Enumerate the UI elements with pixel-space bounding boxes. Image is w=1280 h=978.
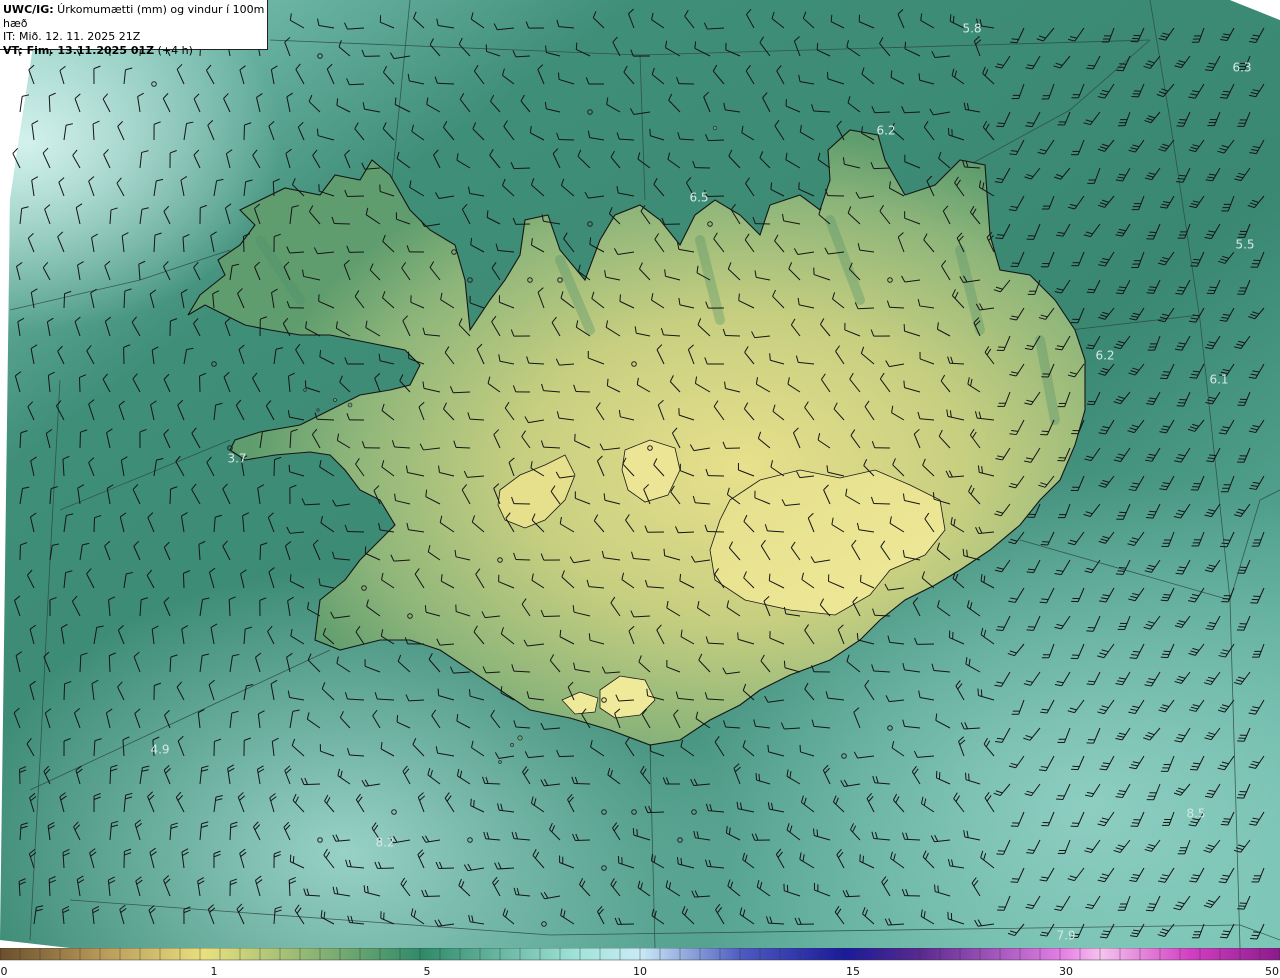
weather-map: 5.8 6.3 6.2 6.5 5.5 6.2 6.1 3.7 4.9 8.2 8.5 7.9	[0, 0, 1280, 948]
map-value-label: 6.5	[689, 191, 708, 205]
map-value-label: 8.5	[1186, 807, 1205, 821]
legend-tick-label: 5	[423, 965, 431, 978]
legend-tick-label: 1	[210, 965, 218, 978]
map-value-label: 5.8	[962, 22, 981, 36]
map-value-label: 8.2	[375, 836, 394, 850]
map-value-label: 4.9	[150, 743, 169, 757]
legend-tick-label: 50	[1265, 965, 1279, 978]
map-value-label: 3.7	[227, 452, 246, 466]
map-value-label: 6.2	[1095, 349, 1114, 363]
legend-tick-label: 15	[846, 965, 860, 978]
map-value-label: 6.2	[876, 124, 895, 138]
map-value-label: 6.3	[1232, 61, 1251, 75]
legend-tick-label: 30	[1059, 965, 1073, 978]
map-header: UWC/IG: Úrkomumætti (mm) og vindur í 100…	[0, 0, 268, 57]
legend-tick-label: 0	[0, 965, 8, 978]
map-value-label: 5.5	[1235, 238, 1254, 252]
map-value-label: 7.9	[1056, 929, 1075, 943]
map-value-label: 6.1	[1209, 373, 1228, 387]
header-init-time: IT: Mið. 12. 11. 2025 21Z	[3, 30, 141, 43]
header-title-line: UWC/IG: Úrkomumætti (mm) og vindur í 100…	[3, 3, 265, 30]
legend-tick-label: 10	[633, 965, 647, 978]
header-valid-time: VT: Fim. 13.11.2025 01Z (+4 h)	[3, 43, 193, 57]
